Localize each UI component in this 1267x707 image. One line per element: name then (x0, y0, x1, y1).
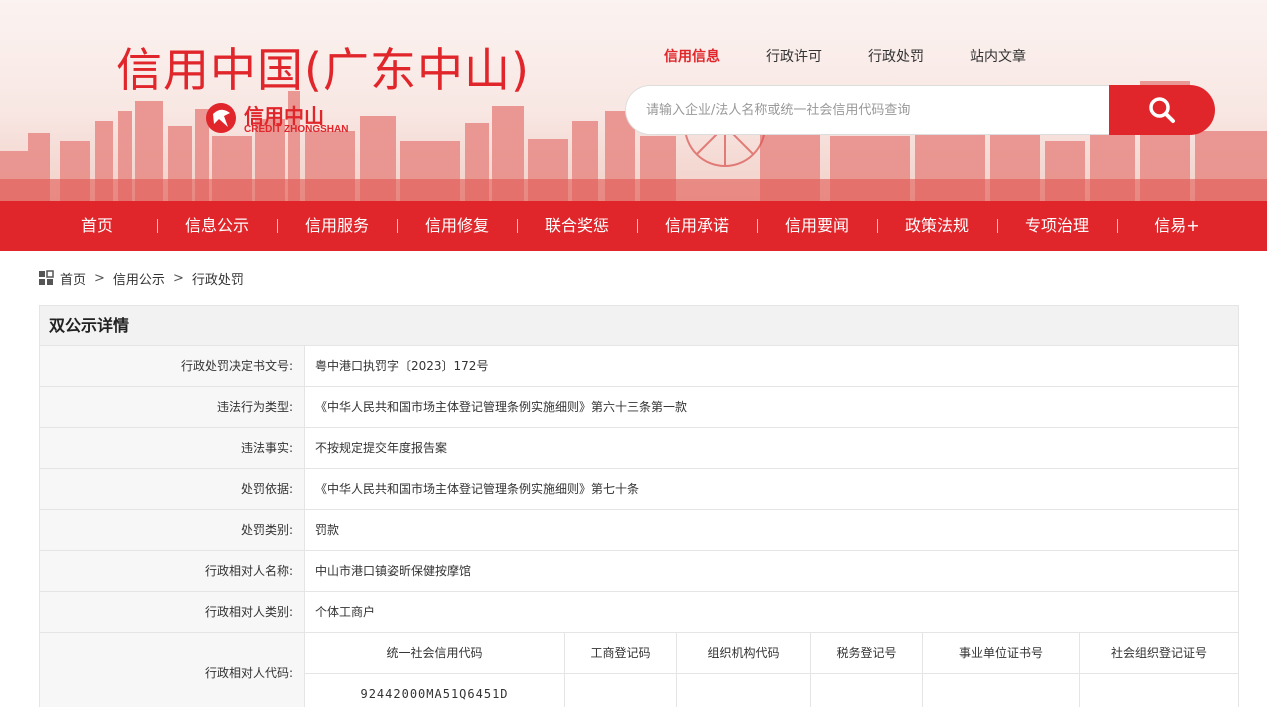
logo-mark-icon (206, 103, 236, 133)
code-value-cell (1080, 674, 1238, 707)
nav-item-joint-reward-penalty[interactable]: 联合奖惩 (517, 201, 637, 251)
top-link-credit-info[interactable]: 信用信息 (664, 46, 720, 66)
top-links: 信用信息 行政许可 行政处罚 站内文章 (664, 46, 1026, 66)
row-label: 违法事实: (40, 428, 305, 468)
code-header-cell: 工商登记码 (565, 633, 677, 673)
row-label: 行政相对人名称: (40, 551, 305, 591)
code-header-cell: 事业单位证书号 (923, 633, 1080, 673)
detail-row: 违法事实: 不按规定提交年度报告案 (40, 428, 1238, 469)
search-button[interactable] (1109, 85, 1215, 135)
breadcrumb-home[interactable]: 首页 (60, 269, 86, 288)
breadcrumb-credit-publicity[interactable]: 信用公示 (113, 269, 165, 288)
nav-item-credit-service[interactable]: 信用服务 (277, 201, 397, 251)
row-value: 粤中港口执罚字〔2023〕172号 (315, 359, 489, 373)
logo-english-text: CREDIT ZHONGSHAN (244, 124, 349, 135)
detail-row: 违法行为类型: 《中华人民共和国市场主体登记管理条例实施细则》第六十三条第一款 (40, 387, 1238, 428)
breadcrumb: 首页 > 信用公示 > 行政处罚 (38, 268, 244, 288)
search-input[interactable] (625, 85, 1115, 135)
code-value-cell (565, 674, 677, 707)
nav-item-credit-news[interactable]: 信用要闻 (757, 201, 877, 251)
top-link-admin-penalty[interactable]: 行政处罚 (868, 46, 924, 66)
row-value: 中山市港口镇姿昕保健按摩馆 (315, 564, 472, 578)
row-label: 处罚依据: (40, 469, 305, 509)
row-value: 个体工商户 (315, 605, 376, 619)
top-link-admin-license[interactable]: 行政许可 (766, 46, 822, 66)
code-table: 统一社会信用代码 工商登记码 组织机构代码 税务登记号 事业单位证书号 社会组织… (305, 633, 1238, 707)
breadcrumb-admin-penalty[interactable]: 行政处罚 (192, 269, 244, 288)
search-box (625, 85, 1215, 135)
code-header-cell: 社会组织登记证号 (1110, 646, 1207, 660)
breadcrumb-separator: > (172, 270, 184, 286)
row-label: 行政处罚决定书文号: (40, 346, 305, 386)
code-table-header: 统一社会信用代码 工商登记码 组织机构代码 税务登记号 事业单位证书号 社会组织… (305, 633, 1238, 674)
nav-item-special-governance[interactable]: 专项治理 (997, 201, 1117, 251)
nav-item-xinyi-plus[interactable]: 信易+ (1117, 201, 1237, 251)
breadcrumb-separator: > (94, 270, 105, 286)
code-value-cell (811, 674, 923, 707)
grid-icon (39, 270, 54, 285)
site-logo[interactable]: 信用中山 CREDIT ZHONGSHAN (204, 100, 354, 140)
row-label: 违法行为类型: (40, 387, 305, 427)
row-value: 《中华人民共和国市场主体登记管理条例实施细则》第六十三条第一款 (315, 400, 688, 414)
code-value-cell (923, 674, 1080, 707)
code-row: 行政相对人代码: 统一社会信用代码 工商登记码 组织机构代码 税务登记号 事业单… (40, 633, 1238, 707)
row-label: 行政相对人代码: (40, 633, 305, 707)
row-value: 罚款 (315, 523, 340, 537)
top-link-site-articles[interactable]: 站内文章 (970, 46, 1026, 66)
nav-item-info-disclosure[interactable]: 信息公示 (157, 201, 277, 251)
code-header-cell: 税务登记号 (811, 633, 923, 673)
site-title: 信用中国(广东中山) (116, 43, 530, 97)
row-value: 《中华人民共和国市场主体登记管理条例实施细则》第七十条 (315, 482, 640, 496)
nav-item-credit-repair[interactable]: 信用修复 (397, 201, 517, 251)
nav-item-credit-commitment[interactable]: 信用承诺 (637, 201, 757, 251)
code-value-cell: 92442000MA51Q6451D (305, 674, 565, 707)
code-header-cell: 组织机构代码 (677, 633, 811, 673)
nav-item-home[interactable]: 首页 (37, 201, 157, 251)
code-table-values: 92442000MA51Q6451D (305, 674, 1238, 707)
code-value-cell (677, 674, 811, 707)
detail-row: 处罚类别: 罚款 (40, 510, 1238, 551)
row-label: 处罚类别: (40, 510, 305, 550)
panel-title: 双公示详情 (40, 306, 1238, 346)
detail-row: 处罚依据: 《中华人民共和国市场主体登记管理条例实施细则》第七十条 (40, 469, 1238, 510)
row-value: 不按规定提交年度报告案 (315, 441, 448, 455)
search-icon (1149, 97, 1175, 123)
detail-row: 行政处罚决定书文号: 粤中港口执罚字〔2023〕172号 (40, 346, 1238, 387)
code-header-cell: 统一社会信用代码 (305, 633, 565, 673)
header-banner: 信用中国(广东中山) 信用中山 CREDIT ZHONGSHAN 信用信息 行政… (0, 0, 1267, 201)
main-nav: 首页 信息公示 信用服务 信用修复 联合奖惩 信用承诺 信用要闻 政策法规 专项… (0, 201, 1267, 251)
detail-row: 行政相对人类别: 个体工商户 (40, 592, 1238, 633)
detail-row: 行政相对人名称: 中山市港口镇姿昕保健按摩馆 (40, 551, 1238, 592)
row-label: 行政相对人类别: (40, 592, 305, 632)
nav-item-policies[interactable]: 政策法规 (877, 201, 997, 251)
detail-panel: 双公示详情 行政处罚决定书文号: 粤中港口执罚字〔2023〕172号 违法行为类… (39, 305, 1239, 707)
